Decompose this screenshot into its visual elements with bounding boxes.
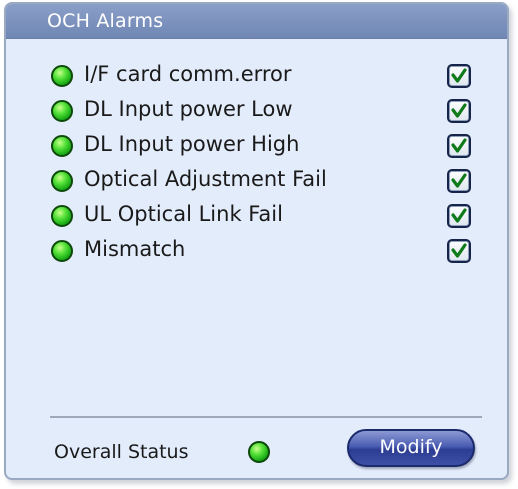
- alarm-row: I/F card comm.error: [6, 61, 507, 96]
- alarm-label: DL Input power High: [84, 132, 300, 156]
- status-led-icon: [51, 100, 73, 122]
- alarm-enable-checkbox[interactable]: [447, 64, 471, 88]
- status-led-icon: [51, 240, 73, 262]
- status-led-icon: [51, 135, 73, 157]
- alarm-row: DL Input power Low: [6, 96, 507, 131]
- alarm-enable-checkbox[interactable]: [447, 239, 471, 263]
- alarm-row: UL Optical Link Fail: [6, 201, 507, 236]
- alarm-enable-checkbox[interactable]: [447, 99, 471, 123]
- alarm-label: Optical Adjustment Fail: [84, 167, 327, 191]
- status-led-icon: [51, 170, 73, 192]
- alarm-enable-checkbox[interactable]: [447, 169, 471, 193]
- panel-title: OCH Alarms: [47, 10, 164, 32]
- alarm-label: Mismatch: [84, 237, 186, 261]
- alarm-label: UL Optical Link Fail: [84, 202, 283, 226]
- overall-status-label: Overall Status: [54, 441, 189, 463]
- status-led-icon: [51, 205, 73, 227]
- och-alarms-panel: OCH Alarms I/F card comm.error DL Input …: [4, 2, 509, 480]
- divider: [50, 416, 482, 418]
- checkmark-icon: [451, 243, 467, 258]
- status-led-icon: [248, 441, 270, 463]
- panel-header: OCH Alarms: [6, 4, 507, 39]
- checkmark-icon: [451, 173, 467, 188]
- alarm-label: I/F card comm.error: [84, 62, 292, 86]
- alarm-enable-checkbox[interactable]: [447, 204, 471, 228]
- status-led-icon: [51, 65, 73, 87]
- checkmark-icon: [451, 208, 467, 223]
- alarm-row: Optical Adjustment Fail: [6, 166, 507, 201]
- alarm-enable-checkbox[interactable]: [447, 134, 471, 158]
- alarm-list: I/F card comm.error DL Input power Low D…: [6, 61, 507, 271]
- alarm-row: DL Input power High: [6, 131, 507, 166]
- modify-button[interactable]: Modify: [347, 429, 475, 467]
- checkmark-icon: [451, 68, 467, 83]
- checkmark-icon: [451, 138, 467, 153]
- checkmark-icon: [451, 103, 467, 118]
- alarm-label: DL Input power Low: [84, 97, 293, 121]
- alarm-row: Mismatch: [6, 236, 507, 271]
